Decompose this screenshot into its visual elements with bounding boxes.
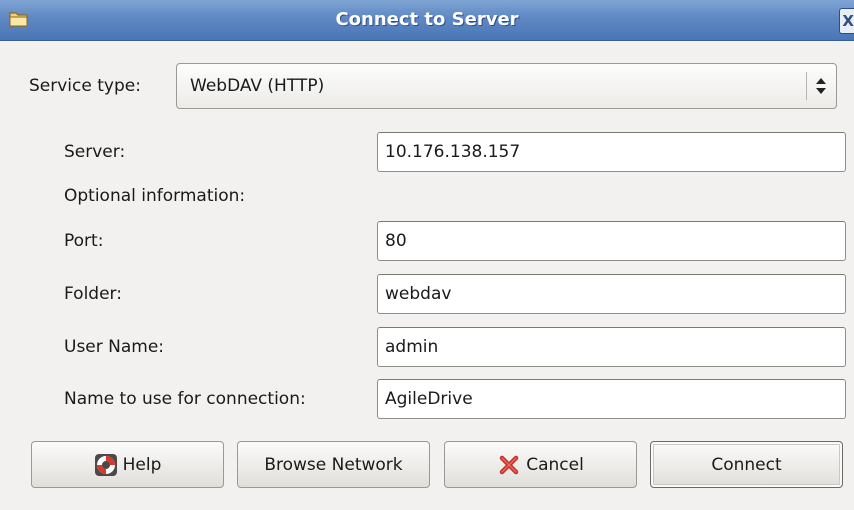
user-name-field[interactable]: [377, 327, 846, 367]
window-title: Connect to Server: [335, 9, 519, 30]
connect-button[interactable]: Connect: [650, 441, 843, 488]
help-button[interactable]: Help: [31, 441, 224, 488]
service-type-label-text: Service type:: [29, 76, 141, 96]
port-field[interactable]: [377, 221, 846, 261]
cancel-button-label: Cancel: [526, 454, 584, 475]
server-label: Server:: [64, 142, 126, 162]
service-type-combo[interactable]: WebDAV (HTTP): [176, 63, 837, 109]
title-bar[interactable]: Connect to Server X: [0, 0, 854, 41]
close-icon[interactable]: X: [839, 8, 854, 34]
optional-info-heading: Optional information:: [64, 186, 246, 206]
folder-field[interactable]: [377, 274, 846, 314]
combo-separator: [806, 72, 807, 100]
up-down-arrow-icon: [816, 78, 826, 94]
port-label: Port:: [64, 231, 104, 251]
server-field[interactable]: [377, 132, 846, 172]
browse-network-label: Browse Network: [264, 454, 403, 475]
help-button-label: Help: [122, 454, 162, 475]
connection-name-label: Name to use for connection:: [64, 389, 306, 409]
lifebuoy-icon: [94, 453, 117, 476]
folder-label: Folder:: [64, 284, 122, 304]
connection-name-field[interactable]: [377, 379, 846, 419]
connect-button-label: Connect: [711, 454, 782, 475]
browse-network-button[interactable]: Browse Network: [237, 441, 430, 488]
cancel-button[interactable]: Cancel: [444, 441, 637, 488]
user-name-label: User Name:: [64, 337, 165, 357]
service-type-value: WebDAV (HTTP): [190, 76, 325, 96]
service-type-label: Service type:: [29, 76, 141, 96]
cancel-x-icon: [499, 455, 519, 474]
